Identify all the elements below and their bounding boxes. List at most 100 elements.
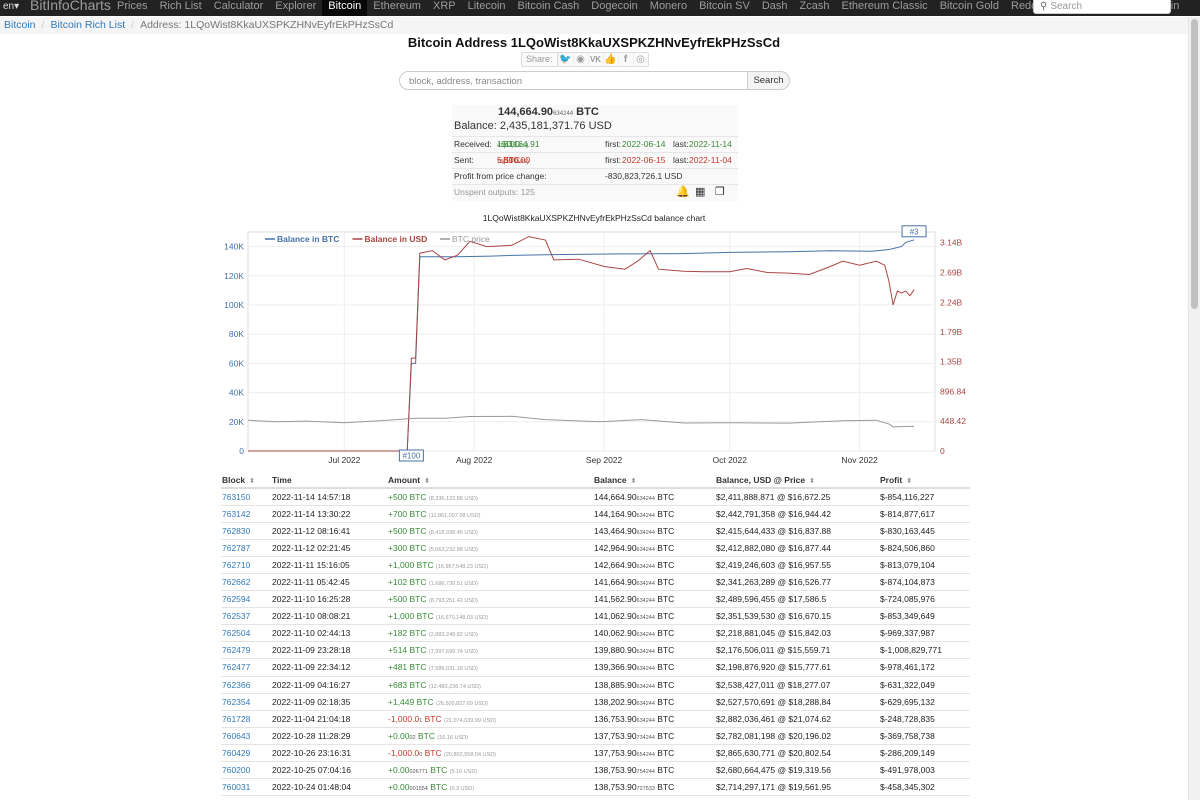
nav-item-dash[interactable]: Dash bbox=[756, 0, 794, 16]
block-link[interactable]: 762477 bbox=[221, 658, 271, 677]
block-link[interactable]: 762504 bbox=[221, 624, 271, 643]
block-link[interactable]: 762479 bbox=[221, 641, 271, 660]
tx-amount: +1,000 BTC (16,957,548.23 USD) bbox=[387, 556, 593, 574]
breadcrumb-bitcoin[interactable]: Bitcoin bbox=[4, 19, 36, 31]
nav-item-zcash[interactable]: Zcash bbox=[794, 0, 836, 16]
breadcrumb-rich-list[interactable]: Bitcoin Rich List bbox=[50, 19, 125, 31]
copy-icon[interactable]: ❐ bbox=[715, 185, 725, 200]
block-link[interactable]: 762787 bbox=[221, 539, 271, 557]
nav-item-xrp[interactable]: XRP bbox=[427, 0, 462, 16]
column-header-profit[interactable]: Profit ⬍ bbox=[879, 472, 970, 489]
tx-balance-usd: $2,527,570,691 @ $18,288.84 bbox=[715, 693, 879, 711]
nav-item-bitcoin-gold[interactable]: Bitcoin Gold bbox=[934, 0, 1005, 16]
block-link[interactable]: 762830 bbox=[221, 522, 271, 540]
tx-balance-usd: $2,411,888,871 @ $16,672.25 bbox=[715, 488, 879, 506]
block-link[interactable]: 761728 bbox=[221, 710, 271, 728]
block-link[interactable]: 763142 bbox=[221, 505, 271, 523]
sort-icon[interactable]: ⬍ bbox=[631, 478, 637, 485]
block-link[interactable]: 760429 bbox=[221, 744, 271, 763]
share-label: Share: bbox=[522, 52, 558, 67]
table-row: 762354 2022-11-09 02:18:35 +1,449 BTC (26,… bbox=[221, 693, 970, 711]
tx-balance-usd: $2,782,081,198 @ $20,196.02 bbox=[715, 727, 879, 745]
search-input[interactable]: block, address, transaction bbox=[399, 71, 748, 90]
balance-chart[interactable]: 0 20K 40K 60K 80K 100K 120K 140K 0 448.42 896.84 1.… bbox=[215, 224, 975, 469]
tx-balance: 137,753.90654244 BTC bbox=[593, 744, 715, 763]
qr-code-icon[interactable]: ▦ bbox=[695, 185, 705, 200]
block-link[interactable]: 760643 bbox=[221, 727, 271, 745]
sort-icon[interactable]: ⬍ bbox=[424, 478, 430, 485]
nav-item-prices[interactable]: Prices bbox=[111, 0, 154, 16]
nav-item-dogecoin[interactable]: Dogecoin bbox=[585, 0, 643, 16]
nav-item-rich-list[interactable]: Rich List bbox=[154, 0, 208, 16]
sort-icon[interactable]: ⬍ bbox=[249, 478, 255, 485]
block-link[interactable]: 760031 bbox=[221, 778, 271, 797]
block-link[interactable]: 762662 bbox=[221, 573, 271, 592]
tx-time: 2022-11-11 15:16:05 bbox=[271, 556, 387, 574]
column-header-balance[interactable]: Balance ⬍ bbox=[593, 472, 715, 489]
table-row: 762366 2022-11-09 04:16:27 +683 BTC (12,48… bbox=[221, 676, 970, 694]
reddit-icon[interactable]: ◉ bbox=[572, 52, 588, 67]
tx-amount: +500 BTC (8,418,938.45 USD) bbox=[387, 522, 593, 540]
site-logo[interactable]: BitInfoCharts bbox=[30, 0, 111, 13]
block-link[interactable]: 762537 bbox=[221, 607, 271, 626]
language-selector[interactable]: en▾ bbox=[3, 1, 19, 12]
tx-time: 2022-10-25 07:04:16 bbox=[271, 761, 387, 780]
tx-balance: 136,753.90634244 BTC bbox=[593, 710, 715, 728]
tx-profit: $-830,163,445 bbox=[879, 522, 970, 540]
tx-amount: +0.0002 BTC (16.16 USD) bbox=[387, 727, 593, 745]
column-header-time[interactable]: Time bbox=[271, 472, 387, 489]
weibo-icon[interactable]: ◎ bbox=[632, 52, 648, 67]
search-icon: ⚲ bbox=[1040, 1, 1048, 12]
like-icon[interactable]: 👍 bbox=[602, 52, 618, 67]
nav-item-ethereum-classic[interactable]: Ethereum Classic bbox=[835, 0, 933, 16]
nav-menu: Prices Rich List Calculator Explorer Bitcoin… bbox=[111, 0, 1185, 16]
search-button[interactable]: Search bbox=[747, 71, 790, 90]
column-header-balance-usd[interactable]: Balance, USD @ Price ⬍ bbox=[715, 472, 879, 489]
block-link[interactable]: 762366 bbox=[221, 676, 271, 694]
column-header-block[interactable]: Block ⬍ bbox=[221, 472, 271, 489]
bell-icon[interactable]: 🔔 bbox=[676, 185, 690, 200]
nav-item-ethereum[interactable]: Ethereum bbox=[367, 0, 427, 16]
tx-balance: 144,664.90634244 BTC bbox=[593, 488, 715, 506]
twitter-icon[interactable]: 🐦 bbox=[557, 52, 573, 67]
tx-amount: +300 BTC (5,063,232.88 USD) bbox=[387, 539, 593, 557]
nav-item-bitcoin-sv[interactable]: Bitcoin SV bbox=[693, 0, 756, 16]
tx-time: 2022-11-10 08:08:21 bbox=[271, 607, 387, 626]
nav-item-bitcoin-cash[interactable]: Bitcoin Cash bbox=[512, 0, 586, 16]
x-tick-label: Jul 2022 bbox=[328, 455, 360, 465]
table-row: 762710 2022-11-11 15:16:05 +1,000 BTC (16,… bbox=[221, 556, 970, 574]
tx-amount: +500 BTC (8,336,122.88 USD) bbox=[387, 488, 593, 506]
scrollbar-thumb[interactable] bbox=[1191, 19, 1198, 309]
y-left-tick-label: 60K bbox=[229, 358, 244, 368]
sort-icon[interactable]: ⬍ bbox=[809, 478, 815, 485]
nav-search-input[interactable]: ⚲ Search bbox=[1033, 0, 1171, 14]
block-link[interactable]: 762594 bbox=[221, 590, 271, 609]
nav-item-bitcoin[interactable]: Bitcoin bbox=[322, 0, 368, 16]
tx-balance: 141,562.90634244 BTC bbox=[593, 590, 715, 609]
nav-item-monero[interactable]: Monero bbox=[644, 0, 693, 16]
nav-item-litecoin[interactable]: Litecoin bbox=[462, 0, 512, 16]
sort-icon[interactable]: ⬍ bbox=[906, 478, 912, 485]
nav-item-calculator[interactable]: Calculator bbox=[208, 0, 270, 16]
block-link[interactable]: 763150 bbox=[221, 488, 271, 506]
nav-item-explorer[interactable]: Explorer bbox=[269, 0, 322, 16]
plot-area bbox=[247, 231, 936, 452]
block-link[interactable]: 762354 bbox=[221, 693, 271, 711]
tx-balance: 144,164.90634244 BTC bbox=[593, 505, 715, 523]
legend-label: Balance in BTC bbox=[277, 234, 339, 244]
tx-balance-usd: $2,680,664,475 @ $19,319.56 bbox=[715, 761, 879, 780]
block-link[interactable]: 760200 bbox=[221, 761, 271, 780]
tx-amount: +0.00026771 BTC (5.16 USD) bbox=[387, 761, 593, 780]
vk-icon[interactable]: VK bbox=[587, 52, 603, 67]
transactions-body: 763150 2022-11-14 14:57:18 +500 BTC (8,336… bbox=[221, 488, 970, 797]
block-link[interactable]: 762710 bbox=[221, 556, 271, 574]
y-right-tick-label: 0 bbox=[940, 446, 945, 456]
page-scrollbar[interactable] bbox=[1188, 17, 1200, 800]
facebook-icon[interactable]: f bbox=[617, 52, 633, 67]
column-header-amount[interactable]: Amount ⬍ bbox=[387, 472, 593, 489]
balance-btc: 144,664.90634244 BTC bbox=[498, 106, 599, 118]
tx-time: 2022-11-04 21:04:18 bbox=[271, 710, 387, 728]
tx-time: 2022-11-14 13:30:22 bbox=[271, 505, 387, 523]
tx-profit: $-631,322,049 bbox=[879, 676, 970, 694]
x-tick-label: Nov 2022 bbox=[841, 455, 878, 465]
